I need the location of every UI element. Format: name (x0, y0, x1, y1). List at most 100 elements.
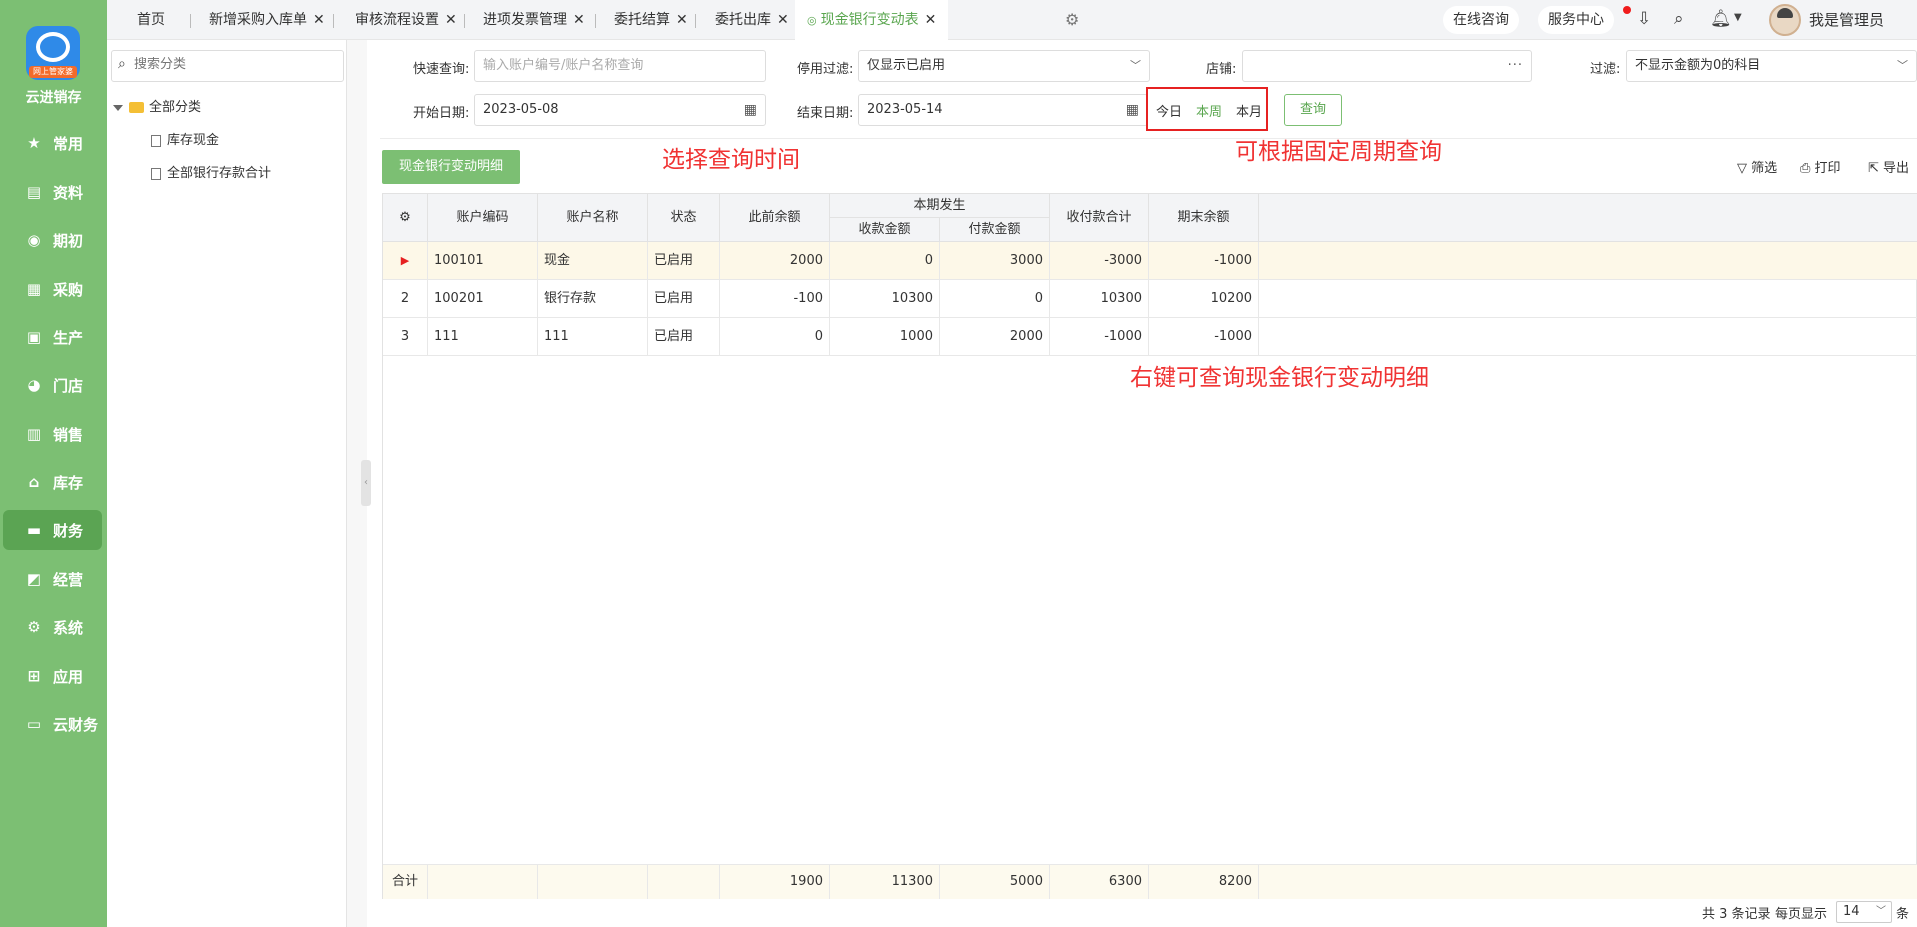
period-this-month[interactable]: 本月 (1236, 101, 1262, 120)
cell-prev[interactable]: 0 (720, 318, 830, 356)
user-name[interactable]: 我是管理员 (1809, 9, 1884, 30)
tree-node-cash[interactable]: 库存现金 (151, 129, 219, 148)
period-this-week[interactable]: 本周 (1196, 101, 1222, 120)
col-header-end-balance[interactable]: 期末余额 (1149, 194, 1259, 242)
tab-settings-gear-icon[interactable]: ⚙ (1065, 10, 1079, 29)
nav-item-system[interactable]: ⚙ 系统 (3, 607, 102, 647)
bell-icon[interactable]: 🔔︎ (1710, 9, 1732, 29)
nav-item-inventory[interactable]: ⌂ 库存 (3, 462, 102, 502)
close-icon[interactable]: ✕ (925, 12, 937, 28)
filter-tool-label: 筛选 (1751, 161, 1778, 176)
nav-item-opening[interactable]: ◉ 期初 (3, 220, 102, 260)
start-date-input[interactable]: 2023-05-08 ▦ (474, 94, 766, 126)
tab-home[interactable]: 首页 (137, 0, 165, 40)
cash-bank-detail-button[interactable]: 现金银行变动明细 (382, 150, 520, 184)
print-tool-label: 打印 (1814, 161, 1841, 176)
column-settings-cell[interactable]: ⚙ (383, 194, 428, 242)
cell-pay[interactable]: 2000 (940, 318, 1050, 356)
app-logo[interactable]: 网上管家婆 (26, 26, 80, 80)
cell-pay[interactable]: 3000 (940, 242, 1050, 280)
calendar-icon[interactable]: ▦ (744, 95, 757, 125)
end-date-input[interactable]: 2023-05-14 ▦ (858, 94, 1148, 126)
page-size-select[interactable]: 14 ﹀ (1836, 901, 1892, 923)
export-tool[interactable]: ⇱ 导出 (1868, 157, 1909, 176)
tab-consign-out[interactable]: 委托出库 ✕ (715, 0, 789, 40)
filter-tool[interactable]: ▽ 筛选 (1737, 157, 1777, 176)
tab-label: 现金银行变动表 (820, 12, 919, 28)
close-icon[interactable]: ✕ (676, 12, 688, 28)
store-picker[interactable]: ··· (1242, 50, 1532, 82)
nav-item-store[interactable]: ◕ 门店 (3, 365, 102, 405)
tab-input-invoice[interactable]: 进项发票管理 ✕ (483, 0, 585, 40)
nav-item-common[interactable]: ★ 常用 (3, 123, 102, 163)
avatar[interactable] (1769, 4, 1801, 36)
col-header-status[interactable]: 状态 (648, 194, 720, 242)
cell-end[interactable]: 10200 (1149, 280, 1259, 318)
tree-search-box[interactable]: ⌕ (111, 50, 344, 82)
nav-item-apps[interactable]: ⊞ 应用 (3, 656, 102, 696)
disabled-filter-select[interactable]: 仅显示已启用 ﹀ (858, 50, 1150, 82)
nav-item-finance[interactable]: ▬ 财务 (3, 510, 102, 550)
close-icon[interactable]: ✕ (777, 12, 789, 28)
service-center-button[interactable]: 服务中心 (1538, 6, 1614, 34)
tab-approval-flow[interactable]: 审核流程设置 ✕ (355, 0, 457, 40)
tree-node-all[interactable]: 全部分类 (113, 96, 201, 115)
cell-code[interactable]: 100101 (428, 242, 538, 280)
print-tool[interactable]: ⎙ 打印 (1800, 157, 1841, 176)
cell-name[interactable]: 111 (538, 318, 648, 356)
tree-search-input[interactable] (134, 57, 334, 72)
amount-filter-select[interactable]: 不显示金额为0的科目 ﹀ (1626, 50, 1917, 82)
close-icon[interactable]: ✕ (313, 12, 325, 28)
col-header-code[interactable]: 账户编码 (428, 194, 538, 242)
tab-new-purchase[interactable]: 新增采购入库单 ✕ (209, 0, 325, 40)
query-button[interactable]: 查询 (1284, 94, 1342, 126)
cell-end[interactable]: -1000 (1149, 242, 1259, 280)
cell-pay[interactable]: 0 (940, 280, 1050, 318)
nav-item-operation[interactable]: ◩ 经营 (3, 559, 102, 599)
online-consult-button[interactable]: 在线咨询 (1443, 6, 1519, 34)
calendar-icon[interactable]: ▦ (1126, 95, 1139, 125)
cell-status[interactable]: 已启用 (648, 242, 720, 280)
col-header-total[interactable]: 收付款合计 (1050, 194, 1149, 242)
cell-total[interactable]: -3000 (1050, 242, 1149, 280)
col-header-name[interactable]: 账户名称 (538, 194, 648, 242)
cell-name[interactable]: 银行存款 (538, 280, 648, 318)
row-number: 3 (383, 318, 428, 356)
cell-prev[interactable]: 2000 (720, 242, 830, 280)
cell-code[interactable]: 111 (428, 318, 538, 356)
tab-consign-settle[interactable]: 委托结算 ✕ (614, 0, 688, 40)
tree-node-bank-total[interactable]: 全部银行存款合计 (151, 162, 271, 181)
quick-search-input[interactable]: 输入账户编号/账户名称查询 (474, 50, 766, 82)
caret-down-icon[interactable] (113, 104, 123, 111)
close-icon[interactable]: ✕ (573, 12, 585, 28)
col-header-prev-balance[interactable]: 此前余额 (720, 194, 830, 242)
col-header-receive[interactable]: 收款金额 (830, 218, 940, 242)
nav-item-cloud-finance[interactable]: ▭ 云财务 (3, 704, 102, 744)
chevron-down-icon[interactable]: ▼ (1734, 12, 1742, 23)
cell-status[interactable]: 已启用 (648, 280, 720, 318)
cell-receive[interactable]: 10300 (830, 280, 940, 318)
cell-code[interactable]: 100201 (428, 280, 538, 318)
cell-prev[interactable]: -100 (720, 280, 830, 318)
cell-name[interactable]: 现金 (538, 242, 648, 280)
more-dots-icon[interactable]: ··· (1508, 51, 1523, 81)
nav-item-purchase[interactable]: ▦ 采购 (3, 269, 102, 309)
cell-receive[interactable]: 1000 (830, 318, 940, 356)
production-icon: ▣ (26, 328, 42, 346)
cell-receive[interactable]: 0 (830, 242, 940, 280)
gear-icon[interactable]: ⚙ (399, 210, 411, 225)
cell-end[interactable]: -1000 (1149, 318, 1259, 356)
search-icon[interactable]: ⌕ (1674, 9, 1684, 29)
cloud-download-icon[interactable]: ⇩ (1637, 9, 1651, 29)
cell-total[interactable]: -1000 (1050, 318, 1149, 356)
cell-total[interactable]: 10300 (1050, 280, 1149, 318)
tab-cash-bank-changes[interactable]: ◎ 现金银行变动表 ✕ (795, 0, 949, 40)
nav-item-production[interactable]: ▣ 生产 (3, 317, 102, 357)
nav-item-data[interactable]: ▤ 资料 (3, 172, 102, 212)
period-today[interactable]: 今日 (1156, 101, 1182, 120)
col-header-pay[interactable]: 付款金额 (940, 218, 1050, 242)
nav-item-sales[interactable]: ▥ 销售 (3, 414, 102, 454)
collapse-handle[interactable]: ‹ (361, 460, 371, 506)
close-icon[interactable]: ✕ (445, 12, 457, 28)
cell-status[interactable]: 已启用 (648, 318, 720, 356)
